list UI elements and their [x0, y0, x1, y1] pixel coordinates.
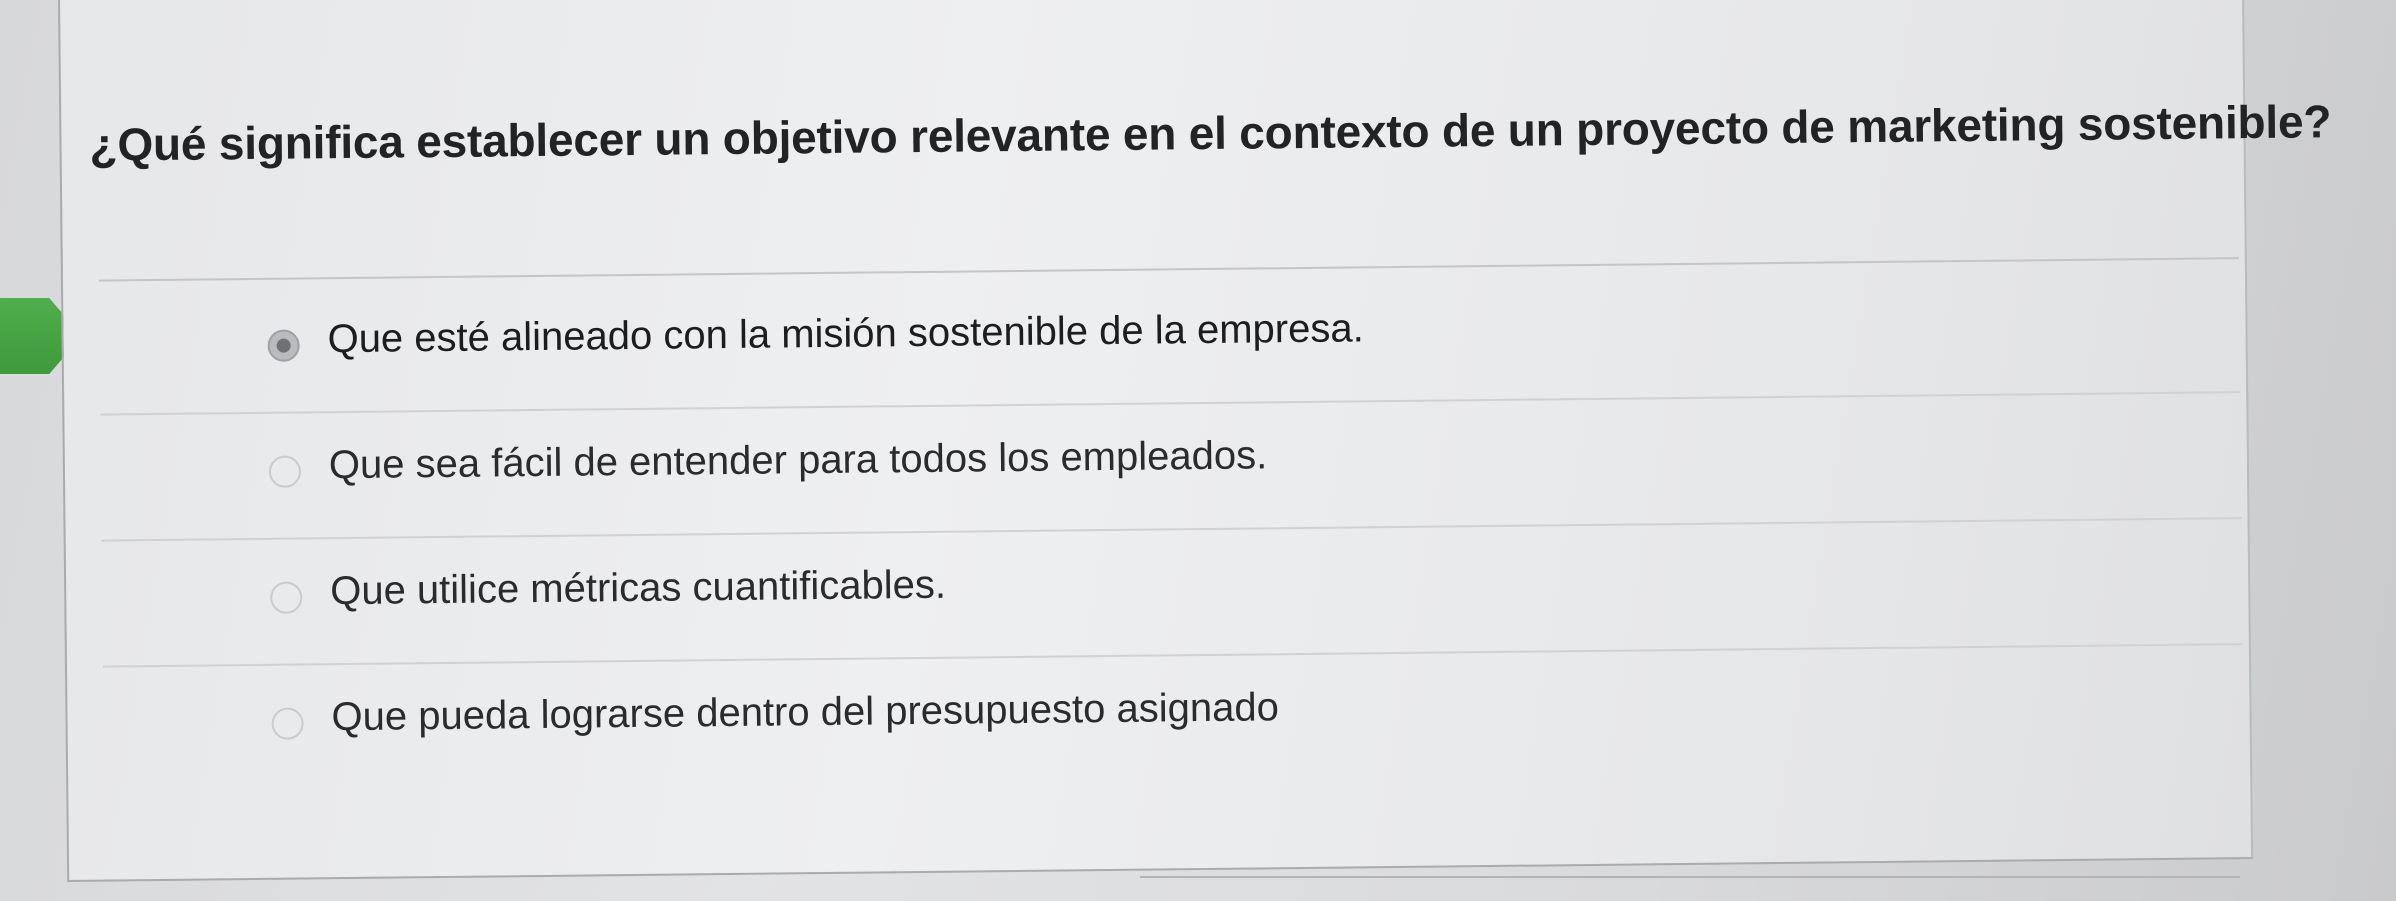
radio-unselected-icon[interactable]	[268, 455, 302, 488]
question-title: ¿Qué significa establecer un objetivo re…	[89, 95, 2332, 171]
quiz-screen: ¿Qué significa establecer un objetivo re…	[0, 0, 2396, 901]
next-card-edge	[1140, 876, 2240, 878]
radio-unselected-icon[interactable]	[271, 707, 304, 740]
answer-option-3[interactable]: Que utilice métricas cuantificables.	[101, 519, 2243, 668]
radio-unselected-icon[interactable]	[270, 581, 303, 614]
answer-option-4[interactable]: Que pueda lograrse dentro del presupuest…	[103, 645, 2244, 791]
question-card: ¿Qué significa establecer un objetivo re…	[58, 0, 2332, 882]
radio-selected-icon[interactable]	[267, 329, 300, 362]
answer-label: Que utilice métricas cuantificables.	[329, 562, 947, 614]
answer-label: Que pueda lograrse dentro del presupuest…	[331, 685, 1280, 740]
answer-label: Que esté alineado con la misión sostenib…	[327, 306, 1364, 362]
answer-list: Que esté alineado con la misión sostenib…	[63, 267, 2243, 740]
answer-option-1[interactable]: Que esté alineado con la misión sostenib…	[99, 267, 2241, 416]
answer-option-2[interactable]: Que sea fácil de entender para todos los…	[100, 393, 2242, 542]
answer-label: Que sea fácil de entender para todos los…	[328, 433, 1268, 488]
